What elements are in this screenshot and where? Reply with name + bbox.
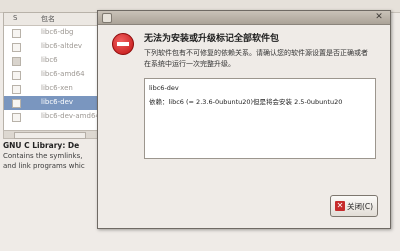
description-line: Contains the symlinks,	[3, 152, 83, 160]
details-line: 依赖：libc6 (= 2.3.6-0ubuntu20)但是将会安装 2.5-0…	[149, 98, 343, 106]
package-name: libc6-dev	[41, 98, 74, 106]
package-checkbox[interactable]	[12, 99, 21, 108]
details-line: libc6-dev	[149, 84, 179, 92]
close-button-label: 关闭(C)	[347, 202, 374, 211]
package-row[interactable]: libc6	[4, 54, 101, 68]
package-row[interactable]: libc6-xen	[4, 82, 101, 96]
package-row[interactable]: libc6-altdev	[4, 40, 101, 54]
description-line: and link programs whic	[3, 162, 85, 170]
package-name: libc6	[41, 56, 58, 64]
close-icon: ✕	[335, 201, 345, 211]
package-name: libc6-altdev	[41, 42, 83, 50]
package-checkbox[interactable]	[12, 43, 21, 52]
package-row[interactable]: libc6-dbg	[4, 26, 101, 40]
package-list: S 包名 libc6-dbg libc6-altdev libc6 libc6-…	[3, 12, 102, 132]
package-row[interactable]: libc6-amd64	[4, 68, 101, 82]
package-name: libc6-dev-amd64	[41, 112, 100, 120]
error-icon	[112, 33, 134, 55]
error-dialog: ✕ 无法为安装或升级标记全部软件包 下列软件包有不可修复的依赖关系。请确认您的软…	[97, 10, 391, 229]
horizontal-scrollbar[interactable]	[3, 130, 100, 139]
message-line: 在系统中运行一次完整升级。	[144, 60, 235, 68]
package-description: GNU C Library: De Contains the symlinks,…	[3, 141, 100, 241]
dialog-titlebar[interactable]: ✕	[98, 11, 390, 25]
dialog-heading: 无法为安装或升级标记全部软件包	[144, 34, 280, 44]
package-checkbox[interactable]	[12, 29, 21, 38]
description-title: GNU C Library: De	[3, 141, 80, 150]
column-name-header[interactable]: 包名	[41, 14, 55, 24]
close-button[interactable]: ✕ 关闭(C)	[330, 195, 378, 217]
package-row[interactable]: libc6-dev-amd64	[4, 110, 101, 124]
package-checkbox[interactable]	[12, 113, 21, 122]
package-checkbox[interactable]	[12, 85, 21, 94]
message-line: 下列软件包有不可修复的依赖关系。请确认您的软件源设置是否正确或者	[144, 49, 368, 57]
column-status-header[interactable]: S	[13, 14, 17, 22]
package-checkbox[interactable]	[12, 57, 21, 66]
package-list-header: S 包名	[4, 13, 101, 26]
package-name: libc6-amd64	[41, 70, 85, 78]
dialog-message: 下列软件包有不可修复的依赖关系。请确认您的软件源设置是否正确或者 在系统中运行一…	[144, 48, 380, 70]
scrollbar-thumb[interactable]	[14, 132, 86, 139]
package-name: libc6-xen	[41, 84, 73, 92]
details-textview[interactable]: libc6-dev 依赖：libc6 (= 2.3.6-0ubuntu20)但是…	[144, 78, 376, 159]
close-icon[interactable]: ✕	[374, 12, 384, 22]
package-name: libc6-dbg	[41, 28, 74, 36]
package-row[interactable]: libc6-dev	[4, 96, 101, 110]
package-checkbox[interactable]	[12, 71, 21, 80]
window-menu-icon[interactable]	[102, 13, 112, 23]
